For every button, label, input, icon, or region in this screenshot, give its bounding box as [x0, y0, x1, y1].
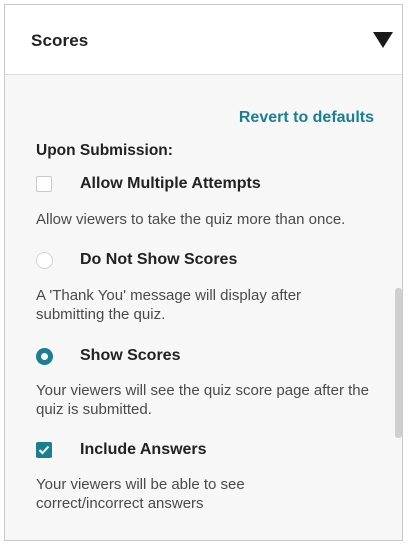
checkmark-icon	[38, 445, 50, 455]
show-scores-option[interactable]: Show Scores	[36, 347, 180, 365]
scores-panel: Scores Revert to defaults Upon Submissio…	[4, 4, 403, 541]
allow-multiple-attempts-checkbox[interactable]	[36, 176, 52, 192]
collapse-toggle-button[interactable]	[372, 31, 394, 49]
scrollbar-thumb[interactable]	[395, 288, 402, 438]
include-answers-checkbox[interactable]	[36, 442, 52, 458]
show-scores-label: Show Scores	[80, 347, 181, 364]
revert-to-defaults-link[interactable]: Revert to defaults	[239, 109, 374, 127]
include-answers-option[interactable]: Include Answers	[36, 441, 207, 459]
allow-multiple-attempts-option[interactable]: Allow Multiple Attempts	[36, 175, 261, 193]
do-not-show-scores-option[interactable]: Do Not Show Scores	[36, 251, 237, 269]
allow-multiple-attempts-description: Allow viewers to take the quiz more than…	[36, 211, 346, 228]
panel-content: Revert to defaults Upon Submission: Allo…	[5, 75, 402, 540]
show-scores-description: Your viewers will see the quiz score pag…	[36, 382, 369, 418]
upon-submission-label: Upon Submission:	[36, 142, 173, 159]
show-scores-radio[interactable]	[36, 347, 53, 365]
do-not-show-scores-description: A 'Thank You' message will display after…	[36, 287, 302, 323]
panel-header[interactable]: Scores	[5, 5, 402, 75]
panel-title: Scores	[31, 31, 89, 50]
include-answers-description: Your viewers will be able to see correct…	[36, 476, 245, 512]
allow-multiple-attempts-label: Allow Multiple Attempts	[80, 175, 261, 192]
do-not-show-scores-label: Do Not Show Scores	[80, 251, 238, 268]
do-not-show-scores-radio[interactable]	[36, 251, 53, 269]
include-answers-label: Include Answers	[80, 441, 207, 458]
triangle-down-icon	[373, 32, 393, 48]
radio-selected-dot	[41, 352, 48, 360]
